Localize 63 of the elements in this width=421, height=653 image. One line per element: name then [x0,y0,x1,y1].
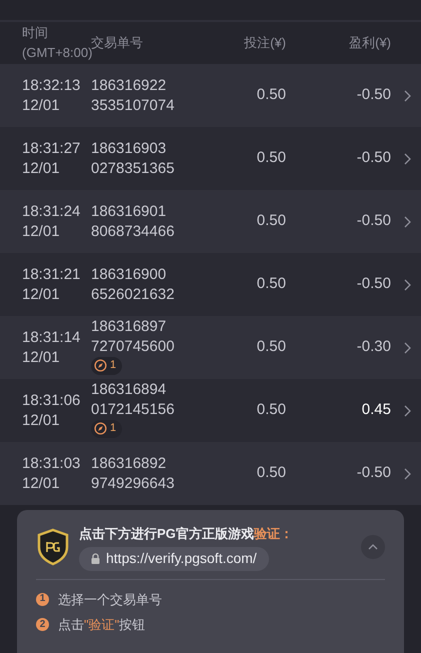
url-field[interactable]: https://verify.pgsoft.com/ [79,546,269,570]
transaction-row[interactable]: 18:31:03 12/01 186316892 9749296643 0.50 -0.50 [0,442,421,505]
date-text: 12/01 [22,348,61,368]
compass-icon [94,359,107,372]
transaction-id: 186316894 0172145156 [91,380,176,420]
date-text: 12/01 [22,410,61,430]
transaction-id: 186316901 8068734466 [91,202,176,242]
date-text: 12/01 [22,158,61,178]
chevron-right-icon [404,468,411,480]
transaction-id: 186316900 6526021632 [91,264,176,304]
chevron-right-icon [404,278,411,290]
transaction-id: 186316922 3535107074 [91,76,176,116]
date-text: 12/01 [22,284,61,304]
time-text: 18:31:14 [22,328,82,348]
step-text: 选择一个交易单号 [58,590,162,608]
time-text: 18:31:27 [22,138,82,158]
column-header: 盈利(¥) [349,34,391,52]
bet-amount: 0.50 [256,463,286,484]
profit-amount: 0.45 [360,400,391,420]
transaction-id: 186316892 9749296643 [91,454,176,494]
compass-icon [94,422,107,436]
chevron-right-icon [404,152,411,164]
column-header: 交易单号 [91,34,143,50]
profit-amount: -0.50 [356,85,391,106]
transaction-id: 186316903 0278351365 [91,138,176,178]
date-text: 12/01 [22,96,61,116]
column-header: 时间 (GMT+8:00) [22,24,92,62]
transaction-row[interactable]: 18:31:24 12/01 186316901 8068734466 0.50 -0.50 [0,190,421,253]
free-spin-badge: 1 [91,420,122,438]
bet-amount: 0.50 [256,211,286,232]
time-text: 18:31:21 [22,264,82,284]
time-text: 18:32:13 [22,76,82,96]
profit-amount: -0.30 [356,337,391,358]
profit-amount: -0.50 [356,148,391,168]
profit-amount: -0.50 [356,211,391,232]
bet-amount: 0.50 [256,148,286,168]
collapse-button[interactable] [361,535,385,560]
column-header: 投注(¥) [244,34,286,52]
chevron-right-icon [404,404,411,416]
free-spin-badge: 1 [91,356,122,375]
time-text: 18:31:24 [22,202,82,222]
step-number: 2 [36,618,49,632]
chevron-icon [368,544,378,550]
shield-logo-icon [36,528,70,566]
chevron-right-icon [404,342,411,354]
chevron-right-icon [404,216,411,228]
bet-amount: 0.50 [256,337,286,358]
chevron-right-icon [404,90,411,102]
profit-amount: -0.50 [356,463,391,484]
bet-amount: 0.50 [256,400,286,420]
lock-icon [91,553,100,564]
bet-amount: 0.50 [256,274,286,294]
verify-title: 点击下方进行PG官方正版游戏验证： [79,525,293,543]
profit-amount: -0.50 [356,274,391,294]
transaction-row[interactable]: 18:32:13 12/01 186316922 3535107074 0.50 -0.50 [0,64,421,127]
step-number: 1 [36,592,49,606]
time-text: 18:31:06 [22,390,82,410]
time-text: 18:31:03 [22,454,82,474]
date-text: 12/01 [22,474,61,494]
transaction-id: 186316897 7270745600 [91,316,176,357]
bet-amount: 0.50 [256,85,286,106]
step-text: 点击"验证"按钮 [58,616,146,634]
date-text: 12/01 [22,222,61,242]
